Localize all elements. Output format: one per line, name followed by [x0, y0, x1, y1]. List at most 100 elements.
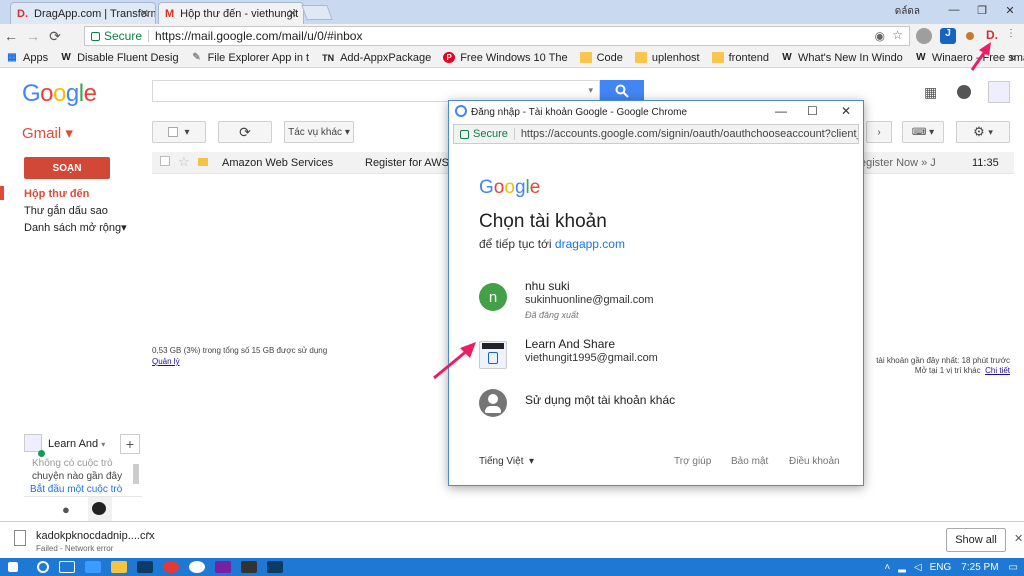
manage-link[interactable]: Quản lý	[152, 357, 327, 366]
extension-shield-icon[interactable]	[916, 28, 932, 44]
secure-indicator[interactable]: Secure	[460, 128, 508, 140]
photoshop-icon[interactable]	[137, 561, 153, 573]
language-selector[interactable]: Tiếng Việt ▾	[479, 456, 534, 467]
annotation-arrow-icon	[433, 342, 476, 380]
eye-icon[interactable]: ◉	[875, 29, 885, 43]
more-actions-button[interactable]: Tác vụ khác ▾	[284, 121, 354, 143]
notifications-icon[interactable]	[957, 85, 971, 99]
nav-more-label: Danh sách mở rộng	[24, 222, 122, 234]
close-window-icon[interactable]: ✕	[996, 0, 1024, 20]
bookmarks-overflow-icon[interactable]: »	[1010, 52, 1016, 64]
language-indicator[interactable]: ENG	[930, 562, 952, 573]
nav-more[interactable]: Danh sách mở rộng▾	[24, 221, 127, 234]
bookmark-apps[interactable]: ▦ Apps	[0, 52, 54, 64]
start-conversation-link[interactable]: Bắt đầu một cuộc trò	[30, 484, 122, 495]
select-checkbox-button[interactable]: ▾	[152, 121, 206, 143]
menu-overflow-icon[interactable]: ⋮	[1006, 28, 1022, 44]
search-icon[interactable]	[37, 561, 49, 573]
account-email: viethungit1995@gmail.com	[525, 352, 658, 364]
apps-grid-icon[interactable]: ▦	[924, 84, 940, 100]
account-avatar[interactable]	[988, 81, 1010, 103]
refresh-button[interactable]: ⟳	[218, 121, 272, 143]
help-link[interactable]: Trợ giúp	[674, 456, 711, 467]
task-view-icon[interactable]	[59, 561, 75, 573]
settings-button[interactable]: ⚙ ▾	[956, 121, 1010, 143]
row-checkbox[interactable]	[160, 156, 170, 166]
minimize-icon[interactable]: —	[775, 104, 787, 118]
tray-up-icon[interactable]: ˄	[884, 562, 890, 573]
photoshop-icon[interactable]	[267, 561, 283, 573]
w-site-icon: W	[782, 52, 792, 63]
gmail-favicon-icon: M	[165, 7, 175, 20]
app-icon[interactable]	[215, 561, 231, 573]
app-icon[interactable]	[241, 561, 257, 573]
google-logo[interactable]: Google	[22, 80, 97, 108]
download-bar: kadokpknocdadnip....crx ^ Failed - Netwo…	[0, 521, 1024, 558]
bookmark-item[interactable]: W What's New In Windo	[775, 52, 909, 64]
secure-indicator[interactable]: Secure	[91, 29, 142, 43]
hangout-name[interactable]: Learn And ▾	[48, 438, 105, 450]
bookmark-folder[interactable]: Code	[574, 52, 629, 64]
popup-title: Đăng nhập - Tài khoản Google - Google Ch…	[471, 106, 688, 118]
network-icon[interactable]: ▂	[898, 562, 906, 573]
person-icon[interactable]: ●	[62, 502, 70, 517]
url-text: https://accounts.google.com/signin/oauth…	[520, 128, 858, 140]
bookmark-folder[interactable]: uplenhost	[629, 52, 706, 64]
chevron-up-icon[interactable]: ^	[146, 530, 150, 540]
star-icon[interactable]: ☆	[178, 154, 190, 170]
new-conversation-button[interactable]: +	[120, 434, 140, 454]
notification-center-icon[interactable]: ▭	[1009, 562, 1018, 573]
download-filename[interactable]: kadokpknocdadnip....crx	[36, 530, 155, 542]
address-bar[interactable]: Secure https://mail.google.com/mail/u/0/…	[84, 26, 910, 46]
bookmark-item[interactable]: ✎ File Explorer App in t	[185, 52, 316, 64]
opera-icon[interactable]	[163, 561, 179, 573]
account-item-nhu-suki[interactable]: n nhu suki sukinhuonline@gmail.com Đã đă…	[479, 279, 839, 325]
edge-icon[interactable]	[85, 561, 101, 573]
tab-gmail-inbox[interactable]: M Hộp thư đến - viethungit ✕	[158, 2, 304, 24]
bookmark-item[interactable]: TN Add-AppxPackage	[315, 52, 437, 64]
windows-start-icon[interactable]	[8, 562, 18, 572]
search-options-icon[interactable]: ▾	[588, 85, 593, 96]
terms-link[interactable]: Điều khoản	[789, 456, 840, 467]
nav-inbox[interactable]: Hộp thư đến	[24, 188, 89, 200]
subtitle-link[interactable]: dragapp.com	[555, 237, 625, 251]
extension-j-icon[interactable]: J	[940, 28, 956, 44]
new-tab-button[interactable]	[301, 5, 333, 20]
close-icon[interactable]: ✕	[1014, 532, 1023, 545]
gmail-menu[interactable]: Gmail ▾	[22, 124, 73, 142]
popup-address-bar[interactable]: Secure https://accounts.google.com/signi…	[453, 124, 859, 144]
volume-icon[interactable]: ◁	[914, 562, 922, 573]
forward-arrow-icon[interactable]: →	[22, 28, 44, 44]
extension-cookie-icon[interactable]	[966, 32, 974, 40]
clock[interactable]: 7:25 PM	[961, 562, 998, 573]
close-icon[interactable]: ✕	[140, 7, 149, 20]
search-input[interactable]: ▾	[152, 80, 600, 102]
chrome-icon[interactable]	[189, 561, 205, 573]
url-text: https://mail.google.com/mail/u/0/#inbox	[155, 29, 363, 43]
account-item-learn-and-share[interactable]: Learn And Share viethungit1995@gmail.com	[479, 337, 839, 383]
important-marker-icon[interactable]	[198, 158, 208, 166]
search-button[interactable]	[600, 80, 644, 102]
input-tools-button[interactable]: ⌨ ▾	[902, 121, 944, 143]
maximize-icon[interactable]: ☐	[807, 104, 818, 118]
back-arrow-icon[interactable]: ←	[0, 28, 22, 44]
tab-dragapp[interactable]: D. DragApp.com | Transform ✕	[10, 2, 156, 24]
reload-icon[interactable]: ⟳	[44, 28, 66, 45]
star-icon[interactable]: ☆	[892, 28, 903, 42]
privacy-link[interactable]: Bảo mật	[731, 456, 768, 467]
nav-starred[interactable]: Thư gắn dấu sao	[24, 205, 108, 217]
scrollbar[interactable]	[133, 464, 139, 484]
maximize-icon[interactable]: ❐	[968, 0, 996, 20]
show-all-button[interactable]: Show all	[946, 528, 1006, 552]
next-page-button[interactable]: ›	[866, 121, 892, 143]
bookmark-item[interactable]: P Free Windows 10 The	[437, 52, 573, 64]
bookmark-folder[interactable]: frontend	[706, 52, 775, 64]
use-another-account[interactable]: Sử dụng một tài khoản khác	[479, 385, 839, 431]
close-icon[interactable]: ✕	[288, 7, 297, 20]
compose-button[interactable]: SOẠN	[24, 157, 110, 179]
file-explorer-icon[interactable]	[111, 561, 127, 573]
details-link[interactable]: Chi tiết	[985, 366, 1010, 375]
bookmark-item[interactable]: W Disable Fluent Desig	[54, 52, 185, 64]
close-icon[interactable]: ✕	[841, 104, 851, 118]
minimize-icon[interactable]: —	[940, 0, 968, 20]
